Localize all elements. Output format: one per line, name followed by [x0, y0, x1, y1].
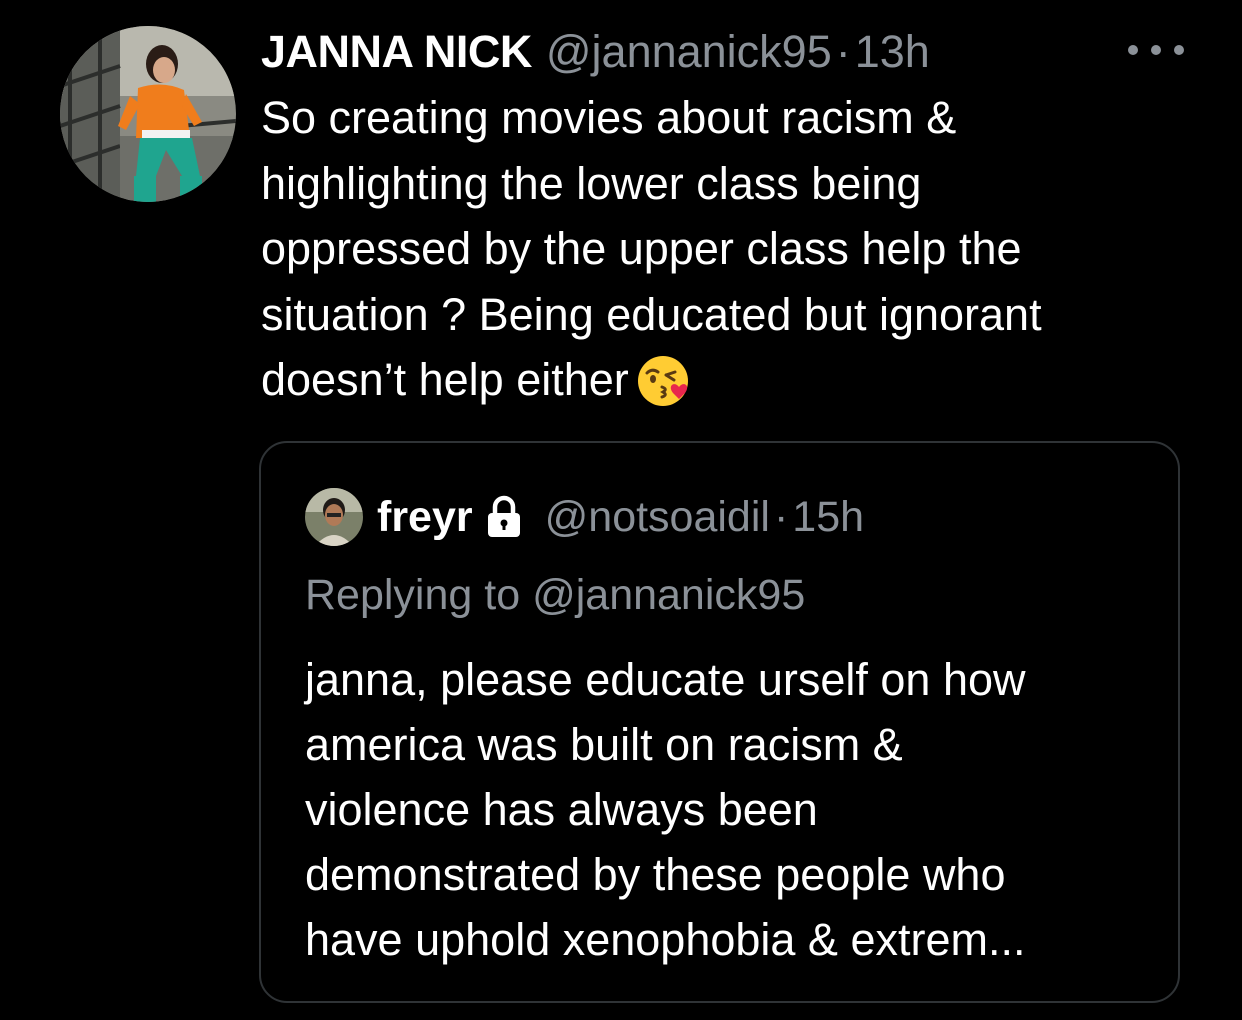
tweet[interactable]: JANNA NICK @jannanick95 · 13h So creatin… — [0, 0, 1242, 1020]
tweet-header: JANNA NICK @jannanick95 · 13h — [261, 24, 930, 80]
quoted-tweet[interactable]: freyr @notsoaidil · 15h Replying to @jan… — [259, 441, 1180, 1003]
tweet-text-line: highlighting the lower class being — [261, 157, 922, 209]
tweet-text: So creating movies about racism & highli… — [261, 85, 1201, 413]
quoted-tweet-timestamp[interactable]: 15h — [792, 493, 864, 542]
tweet-timestamp[interactable]: 13h — [855, 26, 930, 78]
quoted-text-line: america was built on racism & — [305, 719, 903, 770]
author-display-name[interactable]: JANNA NICK — [261, 26, 532, 78]
tweet-text-line: So creating movies about racism & — [261, 92, 957, 143]
more-horizontal-icon[interactable] — [1128, 38, 1184, 62]
quoted-text-line: violence has always been — [305, 784, 818, 835]
quoted-text-line: demonstrated by these people who — [305, 849, 1006, 900]
more-dot — [1174, 45, 1184, 55]
tweet-text-line: doesn’t help either — [261, 354, 629, 405]
replying-to-label: Replying to @jannanick95 — [305, 571, 806, 619]
quoted-text-line: janna, please educate urself on how — [305, 654, 1026, 705]
separator-dot: · — [773, 492, 789, 541]
quoted-tweet-text: janna, please educate urself on how amer… — [305, 647, 1165, 972]
more-dot — [1128, 45, 1138, 55]
tweet-text-line: oppressed by the upper class help the — [261, 223, 1022, 274]
author-avatar[interactable] — [60, 26, 236, 202]
tweet-text-last-line: doesn’t help either — [261, 347, 1201, 413]
author-handle[interactable]: @jannanick95 — [546, 26, 832, 78]
more-dot — [1151, 45, 1161, 55]
quoted-text-line: have uphold xenophobia & extrem... — [305, 914, 1026, 965]
quoted-author-avatar[interactable] — [305, 488, 363, 546]
separator-dot: · — [835, 26, 851, 77]
face-blowing-a-kiss-emoji — [637, 356, 688, 406]
lock-icon — [487, 495, 520, 537]
quoted-author-handle[interactable]: @notsoaidil — [545, 493, 770, 542]
tweet-text-line: situation ? Being educated but ignorant — [261, 288, 1042, 340]
quoted-author-display-name[interactable]: freyr — [377, 493, 473, 542]
quoted-tweet-header: freyr @notsoaidil · 15h — [305, 487, 864, 547]
